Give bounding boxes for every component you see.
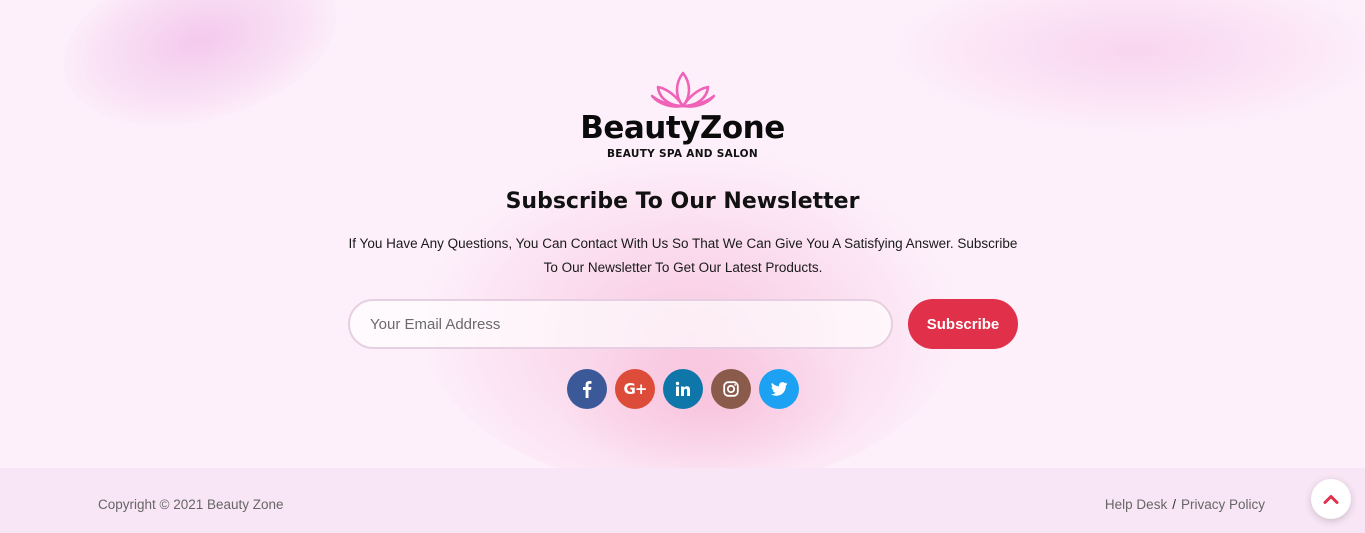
lotus-icon: [650, 71, 715, 108]
email-input[interactable]: [348, 299, 893, 349]
help-desk-link[interactable]: Help Desk: [1105, 497, 1167, 512]
footer-link-separator: /: [1172, 497, 1176, 512]
footer-links: Help Desk / Privacy Policy: [1105, 497, 1265, 512]
brand-tagline: BEAUTY SPA AND SALON: [606, 148, 758, 160]
linkedin-icon[interactable]: [663, 369, 703, 409]
instagram-icon[interactable]: [711, 369, 751, 409]
newsletter-description: If You Have Any Questions, You Can Conta…: [348, 236, 1018, 275]
twitter-icon[interactable]: [759, 369, 799, 409]
google-plus-icon[interactable]: G+: [615, 369, 655, 409]
brand-logo[interactable]: BeautyZone BEAUTY SPA AND SALON: [0, 70, 1365, 160]
copyright-text: Copyright © 2021 Beauty Zone: [98, 497, 284, 512]
newsletter-heading: Subscribe To Our Newsletter: [505, 189, 860, 214]
scroll-to-top-button[interactable]: [1311, 479, 1351, 519]
background-splash: [560, 330, 860, 480]
facebook-icon[interactable]: [567, 369, 607, 409]
subscribe-button[interactable]: Subscribe: [908, 299, 1018, 349]
brand-name: BeautyZone: [580, 110, 785, 146]
privacy-policy-link[interactable]: Privacy Policy: [1181, 497, 1265, 512]
chevron-up-icon: [1323, 495, 1339, 504]
